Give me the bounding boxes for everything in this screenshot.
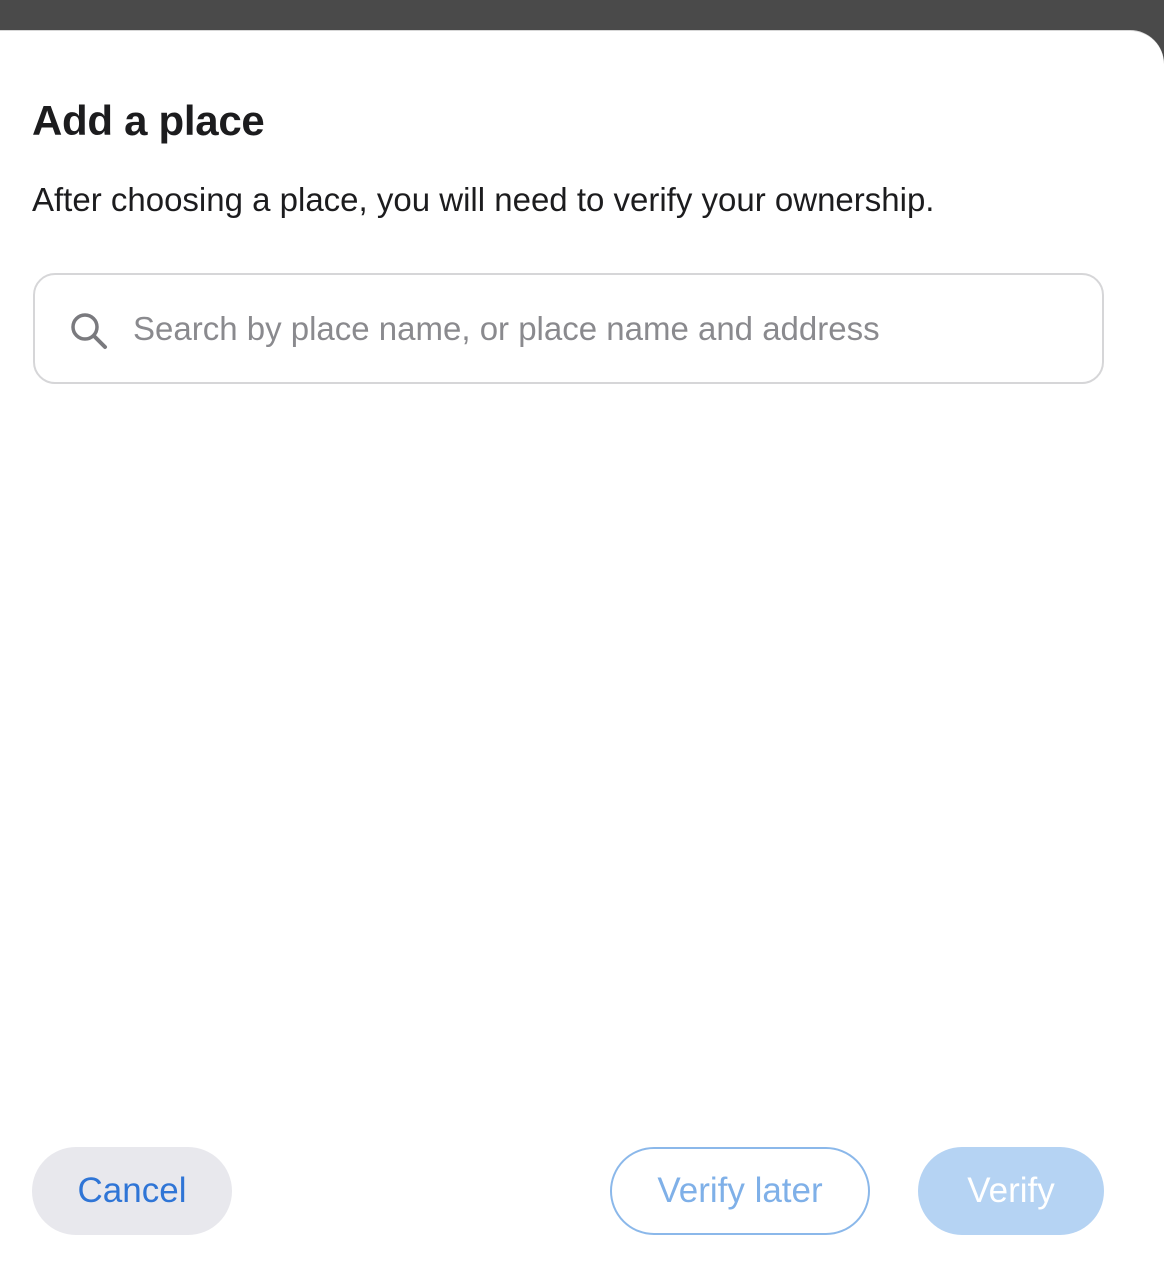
search-field[interactable] — [33, 273, 1104, 384]
verify-later-button[interactable]: Verify later — [610, 1147, 870, 1235]
dialog-title: Add a place — [32, 97, 265, 144]
add-place-dialog: Add a place After choosing a place, you … — [0, 30, 1164, 1284]
search-input[interactable] — [133, 297, 1073, 361]
verify-button[interactable]: Verify — [918, 1147, 1104, 1235]
window-backdrop — [0, 0, 1164, 32]
search-icon — [69, 311, 109, 351]
cancel-button[interactable]: Cancel — [32, 1147, 232, 1235]
dialog-subtitle: After choosing a place, you will need to… — [32, 181, 935, 218]
